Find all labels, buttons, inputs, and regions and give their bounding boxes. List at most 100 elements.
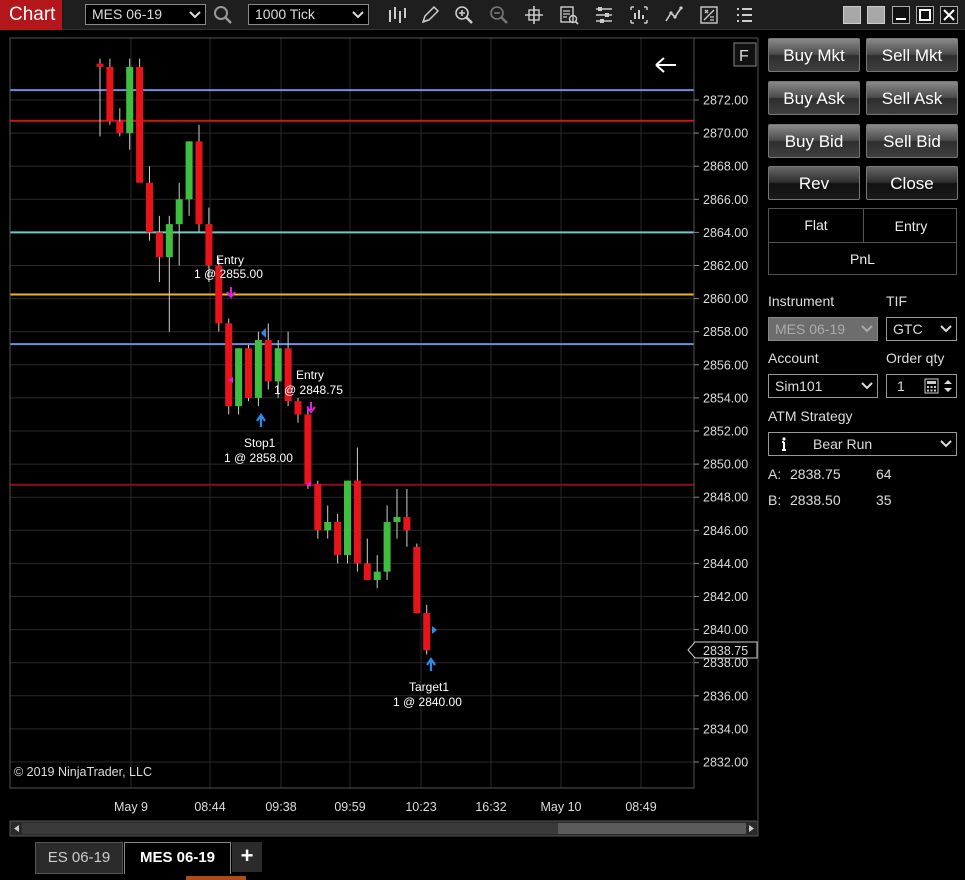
price-tick-label: 2860.00 <box>703 292 748 306</box>
candle-down <box>116 121 124 134</box>
minimize-button[interactable] <box>892 6 910 24</box>
time-tick-label: 08:49 <box>625 800 656 814</box>
instrument-select[interactable]: MES 06-19 <box>85 4 206 25</box>
bid-size: 35 <box>876 492 892 508</box>
order-qty-label: Order qty <box>886 350 945 366</box>
candle-up <box>324 522 332 531</box>
price-tick-label: 2848.00 <box>703 491 748 505</box>
zoom-out-icon[interactable] <box>488 4 510 26</box>
time-tick-label: May 10 <box>541 800 582 814</box>
plot-border <box>9 37 695 789</box>
properties-icon[interactable] <box>593 4 615 26</box>
position-box: Flat Entry PnL <box>768 208 957 275</box>
chart-area[interactable]: 2872.00 2870.00 2868.00 2866.00 2864.00 2862.… <box>0 30 760 840</box>
candle-up <box>165 224 173 258</box>
price-tick-label: 2856.00 <box>703 358 748 372</box>
interval-select[interactable]: 1000 Tick <box>248 4 369 25</box>
close-window-button[interactable] <box>940 6 958 24</box>
flat-marker: F <box>739 48 749 65</box>
price-tick-label: 2858.00 <box>703 325 748 339</box>
horizontal-scrollbar[interactable] <box>9 820 759 837</box>
copyright-text: © 2019 NinjaTrader, LLC <box>14 765 152 779</box>
sell-bid-button[interactable]: Sell Bid <box>866 124 958 158</box>
link-color-button[interactable] <box>843 6 861 24</box>
close-position-button[interactable]: Close <box>866 166 958 200</box>
instrument-link-button[interactable] <box>867 6 885 24</box>
price-tick-label: 2852.00 <box>703 425 748 439</box>
atm-strategy-select[interactable]: Bear Run <box>768 432 957 456</box>
last-price-value: 2838.75 <box>703 644 748 658</box>
tab-es-06-19[interactable]: ES 06-19 <box>35 842 123 874</box>
time-tick-label: May 9 <box>114 800 148 814</box>
candle-down <box>245 348 252 398</box>
menu-list-icon[interactable] <box>733 4 755 26</box>
price-tick-label: 2870.00 <box>703 127 748 141</box>
candle-down <box>155 232 163 258</box>
price-tick-label: 2866.00 <box>703 193 748 207</box>
bid-price: 2838.50 <box>790 492 841 508</box>
price-tick-label: 2844.00 <box>703 557 748 571</box>
qty-stepper-icon[interactable] <box>942 377 954 395</box>
time-tick-label: 10:23 <box>405 800 436 814</box>
chart-trader-panel: Buy Mkt Sell Mkt Buy Ask Sell Ask Buy Bi… <box>762 30 965 840</box>
buy-mkt-button[interactable]: Buy Mkt <box>768 38 860 72</box>
candle-down <box>205 224 213 266</box>
chart-trader-icon[interactable] <box>628 4 650 26</box>
sell-mkt-button[interactable]: Sell Mkt <box>866 38 958 72</box>
buy-execution-arrow <box>256 413 266 427</box>
candle-down <box>96 63 104 67</box>
buy-ask-button[interactable]: Buy Ask <box>768 81 860 115</box>
add-tab-button[interactable]: + <box>232 842 262 872</box>
tif-select[interactable]: GTC <box>886 317 957 341</box>
candles <box>96 58 431 655</box>
search-icon[interactable] <box>212 4 234 26</box>
buy-execution-arrow <box>426 657 436 671</box>
ask-price: 2838.75 <box>790 466 841 482</box>
strategies-icon[interactable] <box>698 4 720 26</box>
tab-mes-06-19[interactable]: MES 06-19 <box>124 842 231 874</box>
candle-down <box>413 546 421 614</box>
crosshair-icon[interactable] <box>523 4 545 26</box>
order-qty-input[interactable]: 1 <box>886 374 957 398</box>
candle-up <box>373 571 381 580</box>
price-axis[interactable]: 2872.00 2870.00 2868.00 2866.00 2864.00 2862.… <box>694 94 748 770</box>
bid-label: B: <box>768 492 782 508</box>
panel-instrument-select[interactable]: MES 06-19 <box>768 317 878 341</box>
candle-down <box>314 483 322 531</box>
calculator-icon[interactable] <box>924 378 939 394</box>
price-tick-label: 2834.00 <box>703 722 748 736</box>
position-entry: Entry <box>894 218 928 234</box>
rev-button[interactable]: Rev <box>768 166 860 200</box>
sell-execution-arrow <box>226 287 236 299</box>
info-icon[interactable] <box>779 436 789 452</box>
time-axis[interactable]: May 9 08:44 09:38 09:59 10:23 16:32 May 10 08:4… <box>114 800 657 814</box>
annotation-entry-2-detail: 1 @ 2848.75 <box>274 383 343 397</box>
close-icon <box>943 9 955 21</box>
annotation-entry-2-title: Entry <box>296 368 324 382</box>
buy-bid-button[interactable]: Buy Bid <box>768 124 860 158</box>
pencil-icon[interactable] <box>419 4 441 26</box>
bar-type-icon[interactable] <box>386 4 408 26</box>
candle-up <box>254 339 262 398</box>
candle-down <box>363 563 371 580</box>
accent-bar <box>186 876 246 880</box>
data-box-icon[interactable] <box>558 4 580 26</box>
candle-down <box>334 522 342 556</box>
app-title: Chart <box>0 0 62 30</box>
maximize-button[interactable] <box>916 6 934 24</box>
annotation-entry-1-detail: 1 @ 2855.00 <box>194 267 263 281</box>
price-chart[interactable]: 2872.00 2870.00 2868.00 2866.00 2864.00 2862.… <box>0 30 760 840</box>
buy-execution-marker <box>261 328 266 338</box>
indicators-icon[interactable] <box>663 4 685 26</box>
price-tick-label: 2836.00 <box>703 689 748 703</box>
last-price-tag: 2838.75 <box>687 641 758 659</box>
annotation-stop-title: Stop1 <box>244 436 276 450</box>
account-select[interactable]: Sim101 <box>768 374 878 398</box>
ask-row: A: 2838.75 64 <box>768 466 892 482</box>
scrollbar-thumb[interactable] <box>558 823 746 834</box>
chevron-down-icon <box>861 325 873 333</box>
zoom-in-icon[interactable] <box>453 4 475 26</box>
candle-up <box>235 348 243 407</box>
sell-ask-button[interactable]: Sell Ask <box>866 81 958 115</box>
arrow-left-icon[interactable] <box>655 57 676 73</box>
